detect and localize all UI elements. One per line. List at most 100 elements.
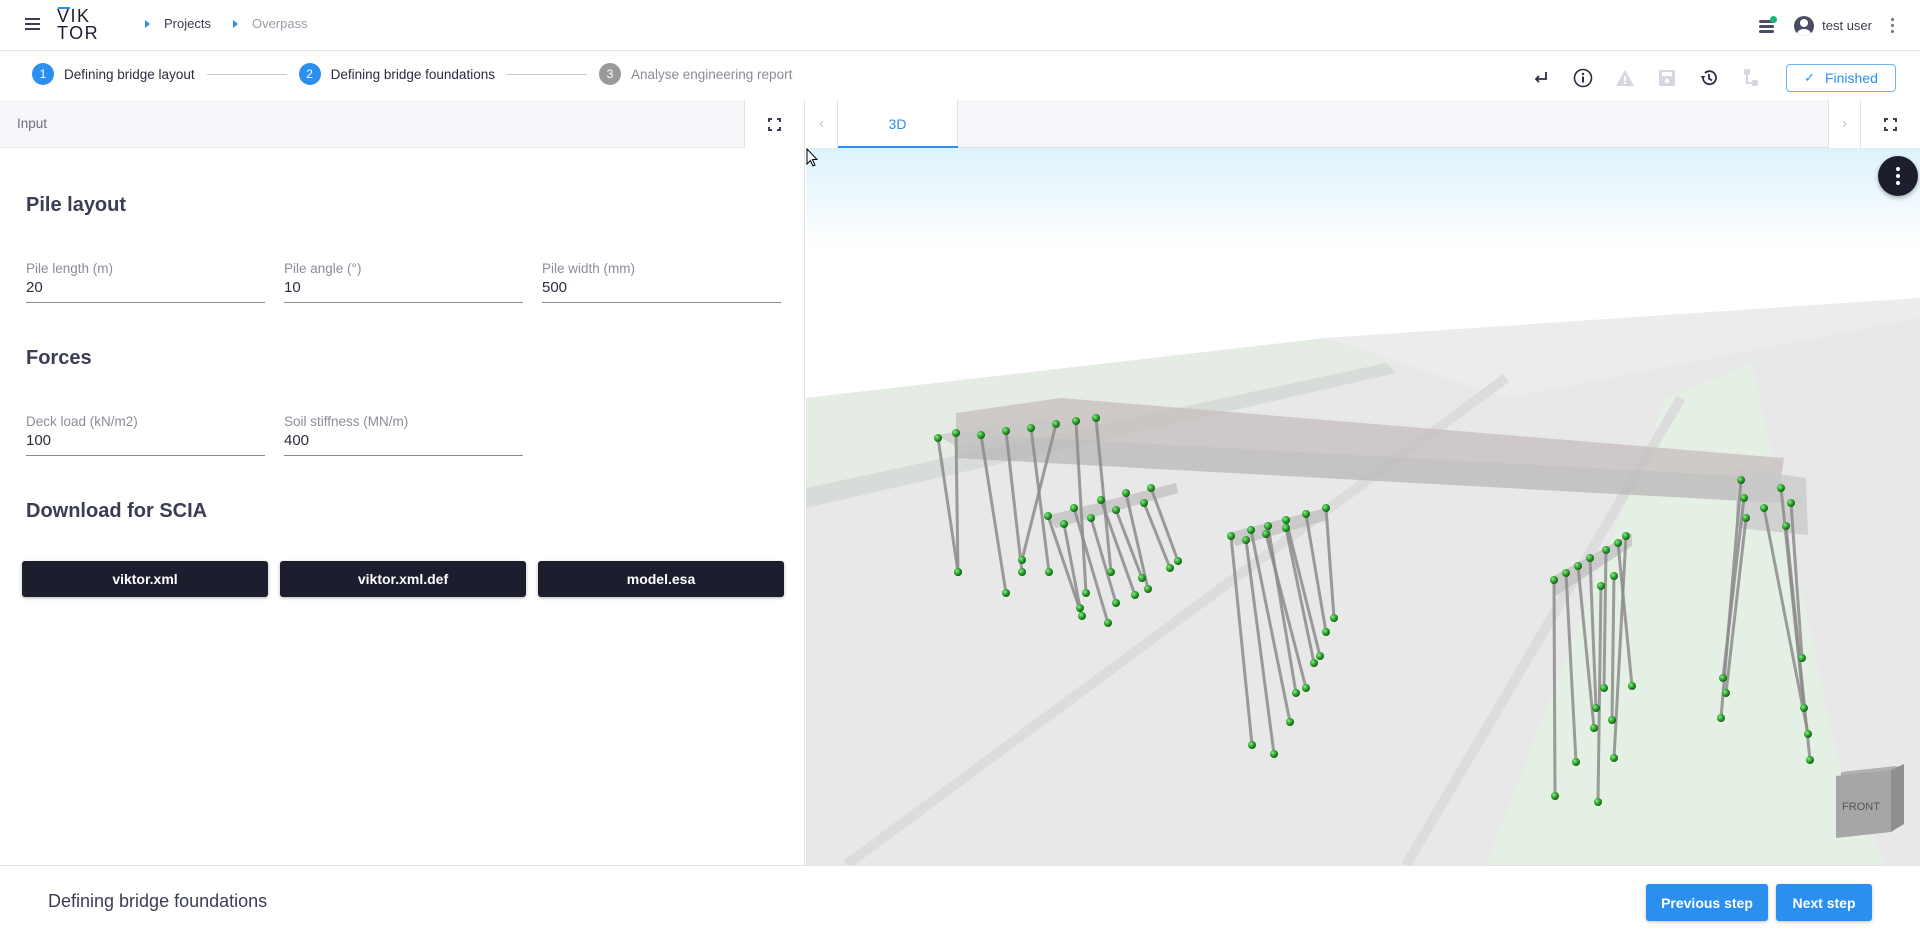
pile-node xyxy=(1242,536,1250,544)
pile-node xyxy=(1286,718,1294,726)
soil-stiffness-input[interactable] xyxy=(284,429,523,456)
pile-node xyxy=(1002,427,1010,435)
pile-node xyxy=(954,568,962,576)
view-cube[interactable]: FRONT xyxy=(1826,762,1916,852)
more-options-icon[interactable] xyxy=(1884,16,1900,36)
deck-load-input[interactable] xyxy=(26,429,265,456)
pile-node xyxy=(1740,494,1748,502)
pile-node xyxy=(1572,758,1580,766)
tab-3d[interactable]: 3D xyxy=(838,100,958,149)
user-menu[interactable]: test user xyxy=(1794,15,1872,36)
step-connector xyxy=(506,73,587,75)
download-viktor-xml-button[interactable]: viktor.xml xyxy=(22,561,268,597)
pile-node xyxy=(1097,496,1105,504)
jobs-list-icon[interactable] xyxy=(1756,15,1778,37)
hierarchy-icon xyxy=(1736,63,1766,93)
pile-node xyxy=(1302,510,1310,518)
pile-node xyxy=(1082,589,1090,597)
previous-step-button[interactable]: Previous step xyxy=(1646,884,1768,921)
pile-node xyxy=(1112,506,1120,514)
pile-node xyxy=(977,431,985,439)
input-panel-header: Input xyxy=(0,100,804,148)
pile-layout-heading: Pile layout xyxy=(26,194,127,216)
pile-node xyxy=(1722,689,1730,697)
pile-node xyxy=(1316,652,1324,660)
pile-node xyxy=(1310,659,1318,667)
pile-angle-field: Pile angle (°) xyxy=(284,261,523,303)
pile-node xyxy=(1140,499,1148,507)
step-navigation: 1 Defining bridge layout 2 Defining brid… xyxy=(32,63,792,85)
pile-node xyxy=(1551,792,1559,800)
3d-scene-canvas[interactable]: FRONT xyxy=(806,148,1920,865)
check-icon: ✓ xyxy=(1804,69,1815,85)
step-3-number: 3 xyxy=(598,63,621,85)
pile-node xyxy=(1147,484,1155,492)
pile-node xyxy=(952,429,960,437)
expand-viewer-button[interactable] xyxy=(1860,100,1920,148)
info-icon[interactable] xyxy=(1568,63,1598,93)
pile-node xyxy=(1322,504,1330,512)
view-tabs: ‹ 3D › xyxy=(806,100,1920,149)
editor-toolbar: ✓ Finished xyxy=(1526,55,1920,100)
forces-heading: Forces xyxy=(26,347,92,369)
current-step-title: Defining bridge foundations xyxy=(48,891,268,911)
download-model-esa-button[interactable]: model.esa xyxy=(538,561,784,597)
pile-node xyxy=(1608,716,1616,724)
pile-node xyxy=(1760,504,1768,512)
tab-scroll-left-icon[interactable]: ‹ xyxy=(806,100,838,148)
fullscreen-icon xyxy=(1884,117,1897,131)
pile-node xyxy=(1737,476,1745,484)
step-connector xyxy=(206,73,287,75)
pile-node xyxy=(1138,574,1146,582)
pile-node xyxy=(1798,654,1806,662)
pile-node xyxy=(1292,689,1300,697)
pile-node xyxy=(1076,604,1084,612)
pile-node xyxy=(1045,568,1053,576)
step-2[interactable]: 2 Defining bridge foundations xyxy=(298,63,495,85)
pile-node xyxy=(1322,628,1330,636)
pile-node xyxy=(1806,756,1814,764)
step-3[interactable]: 3 Analyse engineering report xyxy=(598,63,793,85)
pile-node xyxy=(1590,724,1598,732)
pile-length-input[interactable] xyxy=(26,276,265,303)
pile-width-input[interactable] xyxy=(542,276,781,303)
history-icon[interactable] xyxy=(1694,63,1724,93)
pile-node xyxy=(1782,522,1790,530)
pile-node xyxy=(1574,562,1582,570)
pile-node xyxy=(1614,539,1622,547)
next-step-button[interactable]: Next step xyxy=(1776,884,1872,921)
pile-node xyxy=(1087,514,1095,522)
hamburger-menu-icon[interactable] xyxy=(22,15,44,37)
pile-node xyxy=(1742,514,1750,522)
pile-node xyxy=(1282,516,1290,524)
breadcrumb-projects[interactable]: Projects xyxy=(164,16,211,31)
warning-icon xyxy=(1610,63,1640,93)
expand-input-panel-button[interactable] xyxy=(744,100,804,148)
finished-label: Finished xyxy=(1824,69,1878,86)
finished-button[interactable]: ✓ Finished xyxy=(1786,63,1896,92)
pile xyxy=(1552,579,1557,797)
breadcrumb-overpass[interactable]: Overpass xyxy=(252,16,308,31)
pile-angle-input[interactable] xyxy=(284,276,523,303)
pile-node xyxy=(1562,569,1570,577)
pile-node xyxy=(1122,489,1130,497)
viewer-options-button[interactable] xyxy=(1878,156,1918,196)
step-2-number: 2 xyxy=(298,63,321,85)
pile-node xyxy=(1804,730,1812,738)
pile-node xyxy=(1104,619,1112,627)
pile-node xyxy=(1787,499,1795,507)
pile-node xyxy=(1330,614,1338,622)
breadcrumb-arrow-icon xyxy=(232,19,238,28)
step-1[interactable]: 1 Defining bridge layout xyxy=(32,63,195,85)
step-3-label: Analyse engineering report xyxy=(630,66,793,82)
pile-node xyxy=(1270,750,1278,758)
tab-scroll-right-icon[interactable]: › xyxy=(1828,100,1860,148)
pile-node xyxy=(1610,572,1618,580)
top-bar: VIK TOR Projects Overpass test user xyxy=(0,0,1920,51)
return-icon[interactable] xyxy=(1526,63,1556,93)
pile xyxy=(1602,549,1608,689)
pile-node xyxy=(1018,568,1026,576)
bottom-bar: Defining bridge foundations Previous ste… xyxy=(0,865,1920,937)
viktor-logo[interactable]: VIK TOR xyxy=(57,7,99,42)
download-viktor-xml-def-button[interactable]: viktor.xml.def xyxy=(280,561,526,597)
